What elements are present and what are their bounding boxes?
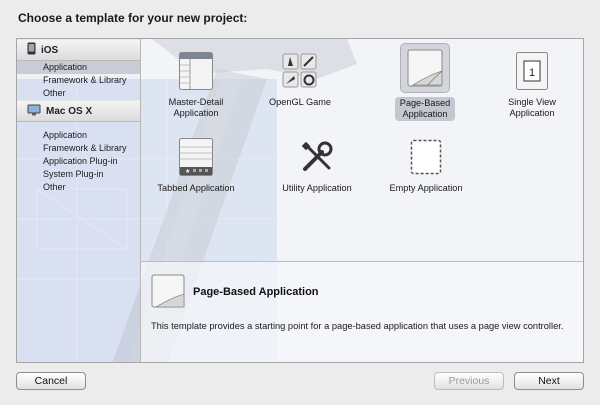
- sidebar-item-ios-application[interactable]: Application: [17, 61, 140, 74]
- template-tabbed[interactable]: ★ Tabbed Application: [151, 135, 241, 194]
- template-label: OpenGL Game: [269, 97, 331, 107]
- sidebar-group-ios[interactable]: iOS: [17, 39, 140, 61]
- template-label: Page-Based Application: [394, 97, 456, 121]
- template-single-view[interactable]: 1 Single View Application: [487, 49, 577, 119]
- page-based-icon: [400, 43, 450, 93]
- sidebar-item-ios-other[interactable]: Other: [17, 87, 140, 100]
- template-label: Tabbed Application: [157, 183, 235, 193]
- template-label: Master-Detail Application: [168, 97, 224, 118]
- next-button[interactable]: Next: [514, 372, 584, 390]
- template-opengl-game[interactable]: OpenGL Game: [255, 49, 345, 108]
- description-body: This template provides a starting point …: [151, 321, 564, 331]
- sidebar-item-mac-application-plugin[interactable]: Application Plug-in: [17, 155, 140, 168]
- sidebar-group-label: Mac OS X: [46, 105, 93, 117]
- sidebar-group-label: iOS: [41, 44, 59, 56]
- template-page-based[interactable]: Page-Based Application: [380, 43, 470, 122]
- svg-text:1: 1: [529, 67, 535, 79]
- previous-button[interactable]: Previous: [434, 372, 504, 390]
- template-label: Empty Application: [389, 183, 463, 193]
- template-label: Utility Application: [282, 183, 352, 193]
- single-view-icon: 1: [510, 49, 554, 93]
- sidebar-item-ios-framework-library[interactable]: Framework & Library: [17, 74, 140, 87]
- svg-text:★: ★: [185, 168, 190, 175]
- sidebar-item-mac-framework-library[interactable]: Framework & Library: [17, 142, 140, 155]
- dialog-title: Choose a template for your new project:: [18, 11, 248, 25]
- sidebar-item-mac-application[interactable]: Application: [17, 129, 140, 142]
- template-label: Single View Application: [508, 97, 556, 118]
- ios-device-icon: [27, 42, 36, 58]
- tabbed-icon: ★: [174, 135, 218, 179]
- utility-icon: [295, 135, 339, 179]
- description-title: Page-Based Application: [193, 286, 319, 298]
- template-description: Page-Based Application This template pro…: [141, 262, 583, 362]
- template-empty[interactable]: Empty Application: [381, 135, 471, 194]
- sidebar-item-mac-other[interactable]: Other: [17, 181, 140, 194]
- sidebar-item-mac-system-plugin[interactable]: System Plug-in: [17, 168, 140, 181]
- template-sidebar: iOS Application Framework & Library Othe…: [17, 39, 141, 362]
- template-chooser-panel: iOS Application Framework & Library Othe…: [16, 38, 584, 363]
- sidebar-group-mac-os-x[interactable]: Mac OS X: [17, 100, 140, 122]
- cancel-button[interactable]: Cancel: [16, 372, 86, 390]
- master-detail-icon: [174, 49, 218, 93]
- mac-os-x-icon: [27, 104, 41, 119]
- template-utility[interactable]: Utility Application: [272, 135, 362, 194]
- empty-icon: [404, 135, 448, 179]
- opengl-game-icon: [278, 49, 322, 93]
- template-grid: Master-Detail Application OpenGL Game Pa…: [141, 39, 583, 261]
- template-master-detail[interactable]: Master-Detail Application: [151, 49, 241, 119]
- page-based-icon: [151, 274, 185, 308]
